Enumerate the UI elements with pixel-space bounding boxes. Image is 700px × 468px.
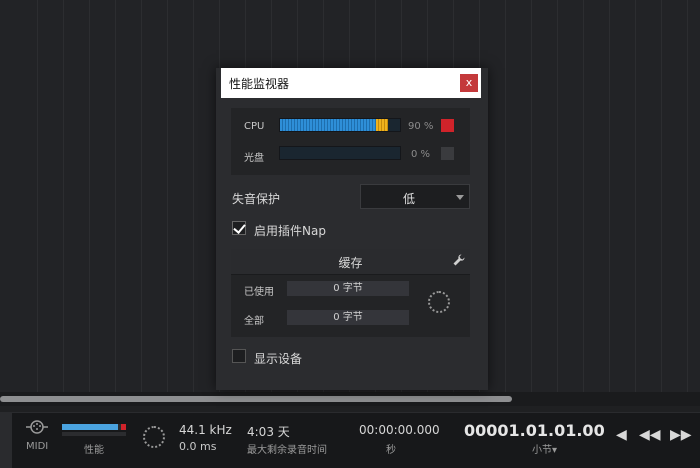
- dialog-title-bar[interactable]: 性能监视器 x: [221, 68, 481, 98]
- cache-used-value: 0 字节: [287, 281, 409, 296]
- cpu-meter-fill: [280, 119, 376, 131]
- seconds-label: 秒: [386, 445, 396, 456]
- disk-overload-led[interactable]: [441, 147, 454, 160]
- cache-panel: 缓存 已使用 0 字节 全部 0 字节: [231, 249, 470, 337]
- cache-title: 缓存: [338, 256, 363, 270]
- close-button[interactable]: x: [460, 74, 478, 92]
- cpu-overload-led[interactable]: [441, 119, 454, 132]
- show-devices-checkbox[interactable]: [232, 349, 246, 363]
- cache-total-value: 0 字节: [287, 310, 409, 325]
- rewind-button[interactable]: ◀◀: [639, 427, 665, 443]
- horizontal-scroll-thumb[interactable]: [0, 396, 512, 402]
- cache-header: 缓存: [231, 249, 470, 275]
- record-time: 4:03 天: [247, 425, 290, 439]
- cpu-label: CPU: [244, 121, 265, 132]
- cpu-percent: 90 %: [408, 121, 434, 132]
- transport-fold-handle[interactable]: [0, 413, 12, 468]
- disk-percent: 0 %: [411, 149, 431, 160]
- show-devices-label: 显示设备: [254, 352, 303, 366]
- seconds-display[interactable]: 00:00:00.000: [359, 423, 440, 437]
- performance-meter-fill: [62, 424, 118, 430]
- back-button[interactable]: ◀: [616, 427, 638, 443]
- dropout-protection-label: 失音保护: [232, 192, 281, 206]
- bars-display[interactable]: 00001.01.01.00: [464, 421, 605, 440]
- bars-format-dropdown[interactable]: 小节▾: [532, 441, 557, 456]
- dropout-protection-select[interactable]: 低: [360, 184, 470, 209]
- plugin-nap-checkbox[interactable]: [232, 221, 246, 235]
- meters-panel: CPU 90 % 光盘 0 %: [231, 108, 470, 175]
- record-time-label: 最大剩余录音时间: [247, 445, 327, 456]
- cpu-meter: [279, 118, 401, 132]
- cache-total-label: 全部: [244, 316, 264, 327]
- wrench-icon[interactable]: [452, 253, 466, 267]
- dropout-protection-value: 低: [402, 192, 415, 206]
- midi-label: MIDI: [26, 441, 49, 452]
- transport-bar: MIDI 性能 44.1 kHz 0.0 ms 4:03 天 最大剩余录音时间 …: [0, 412, 700, 468]
- plugin-nap-label: 启用插件Nap: [254, 224, 326, 238]
- disk-meter: [279, 146, 401, 160]
- performance-label: 性能: [84, 445, 104, 456]
- cpu-meter-warning-fill: [376, 119, 388, 131]
- forward-button[interactable]: ▶▶: [670, 427, 696, 443]
- midi-icon[interactable]: [26, 420, 48, 434]
- dialog-title: 性能监视器: [229, 77, 290, 91]
- checkmark-icon: [233, 221, 246, 234]
- latency: 0.0 ms: [179, 440, 217, 453]
- spinner-icon: [428, 291, 450, 313]
- disk-label: 光盘: [244, 153, 264, 164]
- performance-meter[interactable]: [62, 424, 126, 430]
- performance-meter-secondary: [62, 432, 126, 436]
- cache-used-label: 已使用: [244, 287, 274, 298]
- sample-rate: 44.1 kHz: [179, 423, 232, 437]
- chevron-down-icon: [456, 195, 464, 200]
- spinner-icon: [143, 426, 165, 448]
- performance-overload-indicator: [121, 424, 126, 430]
